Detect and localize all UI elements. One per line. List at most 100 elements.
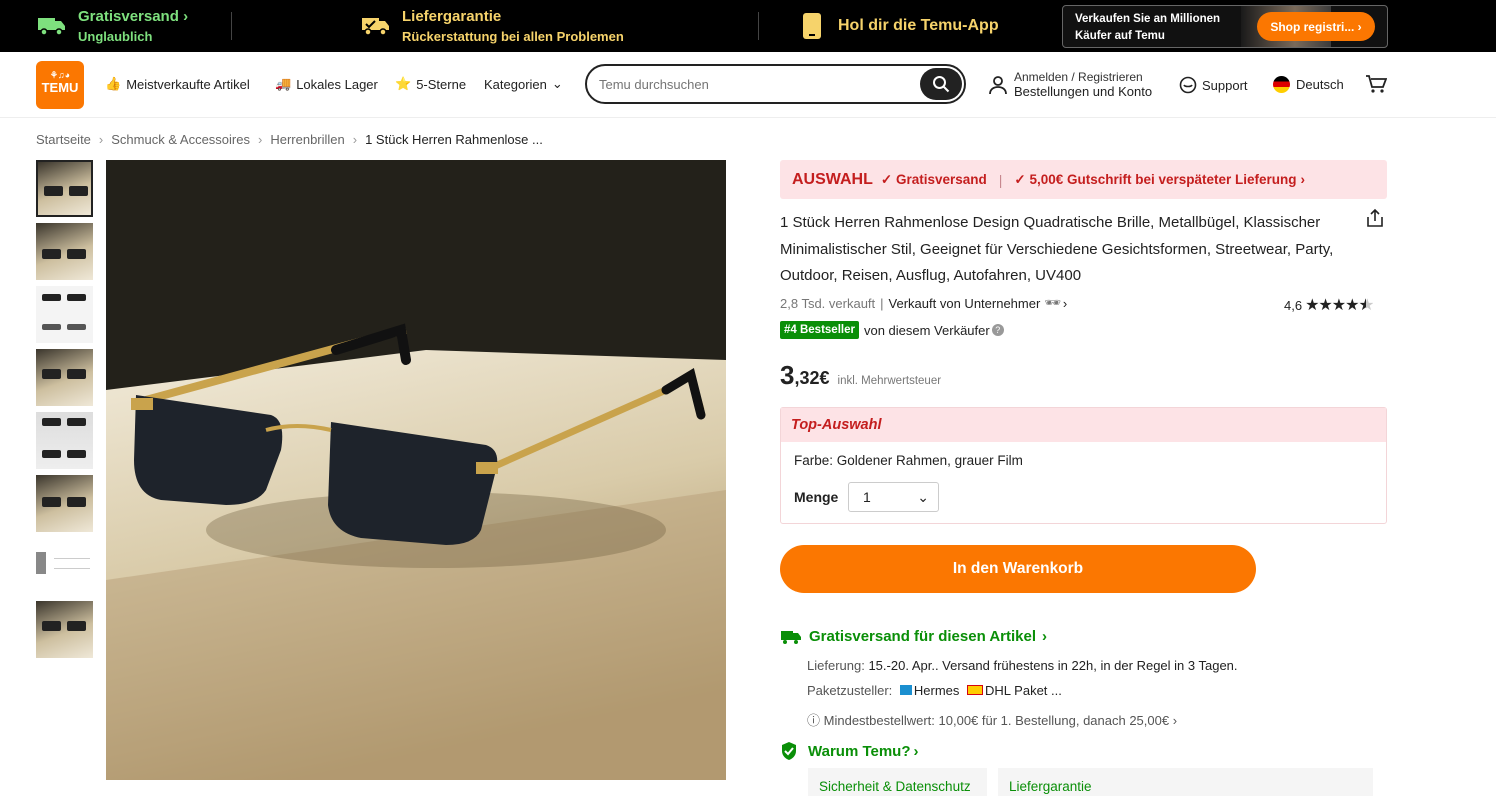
search-button[interactable] xyxy=(920,68,962,100)
share-icon xyxy=(1367,208,1383,227)
shipping-title: Gratisversand für diesen Artikel xyxy=(809,628,1037,645)
divider xyxy=(758,12,759,40)
share-button[interactable] xyxy=(1366,208,1384,233)
bestseller-row: #4 Bestseller von diesem Verkäufer ? xyxy=(780,321,1004,339)
chevron-right-icon: › xyxy=(98,132,104,147)
nav-label: Kategorien xyxy=(484,76,547,92)
shield-check-icon xyxy=(782,742,796,760)
shipping-title-row[interactable]: Gratisversand für diesen Artikel › xyxy=(780,628,1047,645)
star-badge-icon: ⭐ xyxy=(395,76,412,91)
chevron-right-icon: › xyxy=(183,8,189,25)
rating-value: 4,6 xyxy=(1284,297,1303,313)
shop-register-label: Shop registri... xyxy=(1270,19,1355,34)
chevron-right-icon: › xyxy=(257,132,263,147)
free-shipping-sub: Unglaublich xyxy=(78,29,153,44)
nav-label: Meistverkaufte Artikel xyxy=(126,76,250,92)
seller-registration-banner[interactable]: Verkaufen Sie an Millionen Käufer auf Tem… xyxy=(1062,5,1388,48)
quantity-value: 1 xyxy=(863,489,871,505)
product-main-image[interactable] xyxy=(106,160,726,780)
truck-icon: 🚚 xyxy=(275,76,292,91)
seller-link[interactable]: Verkauft von Unternehmer xyxy=(889,296,1041,311)
chevron-right-icon: › xyxy=(352,132,358,147)
header: ⚘♫◕ TEMU 👍 Meistverkaufte Artikel 🚚 Lokale… xyxy=(0,52,1496,118)
breadcrumb-item[interactable]: Herrenbrillen xyxy=(270,132,344,147)
breadcrumb-item[interactable]: Startseite xyxy=(36,132,91,147)
check-icon: ✓ xyxy=(1014,171,1030,187)
promo-bar: Gratisversand › Unglaublich Liefergarant… xyxy=(0,0,1496,52)
tab-delivery-guarantee[interactable]: Liefergarantie xyxy=(998,768,1373,796)
top-choice-label: Top-Auswahl xyxy=(781,408,1386,442)
truck-check-icon xyxy=(360,10,392,42)
dhl-icon xyxy=(967,685,984,695)
temu-logo[interactable]: ⚘♫◕ TEMU xyxy=(36,61,84,109)
selection-banner[interactable]: AUSWAHL ✓ Gratisversand | ✓ 5,00€ Gutsch… xyxy=(780,160,1387,199)
hermes-icon xyxy=(899,685,912,695)
search-bar xyxy=(585,64,966,104)
chat-icon xyxy=(1179,76,1197,94)
divider: | xyxy=(998,171,1003,188)
nav-label: Lokales Lager xyxy=(296,76,378,92)
delivery-guarantee-promo[interactable]: Liefergarantie Rückerstattung bei allen … xyxy=(360,0,624,52)
quantity-select[interactable]: 1 ⌄ xyxy=(848,482,939,512)
free-shipping-promo[interactable]: Gratisversand › Unglaublich xyxy=(36,0,188,52)
sell-line2: Käufer auf Temu xyxy=(1075,30,1165,42)
product-thumbnail[interactable] xyxy=(36,475,93,532)
banner-credit: 5,00€ Gutschrift bei verspäteter Lieferu… xyxy=(1029,172,1297,187)
account-login: Anmelden / Registrieren xyxy=(1014,70,1143,84)
delivery-guarantee-title: Liefergarantie xyxy=(402,8,502,25)
chevron-down-icon: ⌄ xyxy=(917,489,929,505)
product-thumbnail[interactable] xyxy=(36,538,93,595)
min-order-info[interactable]: ⓘ Mindestbestellwert: 10,00€ für 1. Best… xyxy=(807,710,1177,729)
nav-categories[interactable]: Kategorien ⌄ xyxy=(484,76,563,92)
why-temu-row[interactable]: Warum Temu? › xyxy=(780,741,919,761)
cart-icon xyxy=(1366,75,1387,93)
product-thumbnail[interactable] xyxy=(36,286,93,343)
product-thumbnail[interactable] xyxy=(36,223,93,280)
product-thumbnail[interactable] xyxy=(36,160,93,217)
price-decimal: ,32€ xyxy=(794,368,830,388)
chevron-right-icon: › xyxy=(1062,295,1068,311)
carrier-info: Paketzusteller: Hermes DHL Paket ... xyxy=(807,683,1062,698)
nav-five-stars[interactable]: ⭐ 5-Sterne xyxy=(395,76,466,92)
account-menu[interactable]: Anmelden / Registrieren Bestellungen und… xyxy=(988,70,1152,99)
thumbs-up-icon: 👍 xyxy=(105,76,122,91)
vat-note: inkl. Mehrwertsteuer xyxy=(837,375,942,387)
logo-text: TEMU xyxy=(41,80,79,95)
product-title: 1 Stück Herren Rahmenlose Design Quadrat… xyxy=(780,214,1334,284)
nav-bestsellers[interactable]: 👍 Meistverkaufte Artikel xyxy=(105,76,250,92)
breadcrumb: Startseite › Schmuck & Accessoires › Herre… xyxy=(36,132,543,147)
help-icon[interactable]: ? xyxy=(991,324,1004,336)
tab-security[interactable]: Sicherheit & Datenschutz xyxy=(808,768,987,796)
search-input[interactable] xyxy=(599,74,899,94)
info-icon: ⓘ xyxy=(807,713,821,728)
options-box: Top-Auswahl Farbe: Goldener Rahmen, grau… xyxy=(780,407,1387,524)
app-promo[interactable]: Hol dir die Temu-App xyxy=(796,0,999,52)
language-label: Deutsch xyxy=(1296,77,1344,92)
carrier-label: Paketzusteller: xyxy=(807,683,893,698)
search-icon xyxy=(933,76,950,93)
sunglasses-icon: 🕶 xyxy=(1044,295,1061,310)
cart-button[interactable] xyxy=(1365,74,1387,94)
banner-label: AUSWAHL xyxy=(792,170,873,188)
add-to-cart-button[interactable]: In den Warenkorb xyxy=(780,545,1256,593)
support-link[interactable]: Support xyxy=(1179,76,1248,94)
product-thumbnail[interactable] xyxy=(36,601,93,658)
nav-local-warehouse[interactable]: 🚚 Lokales Lager xyxy=(275,76,378,92)
chevron-right-icon: › xyxy=(1042,628,1048,645)
carrier-hermes: Hermes xyxy=(913,683,960,698)
phone-icon xyxy=(796,10,828,42)
price: 3,32€ inkl. Mehrwertsteuer xyxy=(780,360,941,391)
delivery-guarantee-sub: Rückerstattung bei allen Problemen xyxy=(402,29,624,44)
sunglasses-image xyxy=(106,160,726,780)
breadcrumb-item[interactable]: Schmuck & Accessoires xyxy=(111,132,250,147)
user-icon xyxy=(989,75,1007,94)
bestseller-tag: #4 Bestseller xyxy=(780,321,859,339)
product-rating[interactable]: 4,6 ★★★★★★ xyxy=(1284,295,1373,315)
banner-free-shipping: Gratisversand xyxy=(895,172,987,187)
product-thumbnail[interactable] xyxy=(36,349,93,406)
delivery-label: Lieferung: xyxy=(807,658,865,673)
language-selector[interactable]: Deutsch xyxy=(1273,76,1344,93)
carrier-dhl: DHL Paket ... xyxy=(985,683,1062,698)
shop-register-button[interactable]: Shop registri... › xyxy=(1257,12,1375,41)
product-thumbnail[interactable] xyxy=(36,412,93,469)
